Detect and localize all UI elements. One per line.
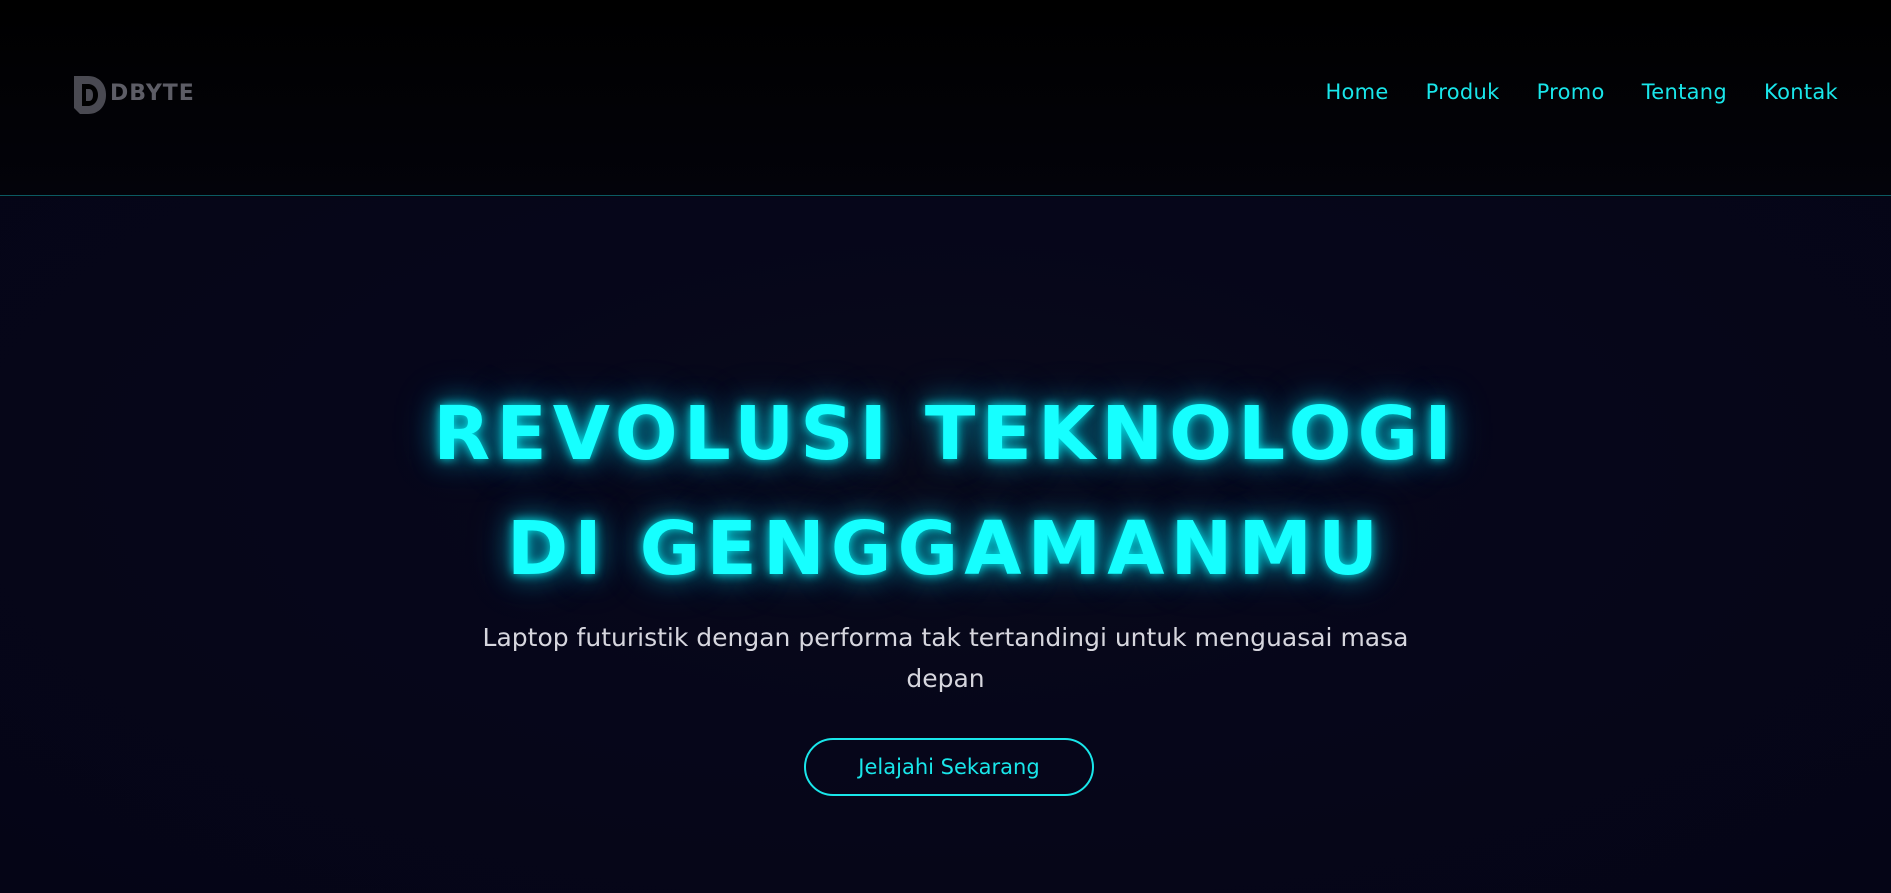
nav-produk[interactable]: Produk bbox=[1426, 80, 1500, 104]
hero-title-line-1: REVOLUSI TEKNOLOGI bbox=[433, 391, 1458, 477]
hero-title: REVOLUSI TEKNOLOGI DI GENGGAMANMU bbox=[0, 377, 1891, 607]
hero-subtitle-line-1: Laptop futuristik dengan performa tak te… bbox=[482, 623, 1409, 652]
site-header: DBYTE Home Produk Promo Tentang Kontak bbox=[0, 0, 1891, 196]
hero-title-line-2: DI GENGGAMANMU bbox=[506, 506, 1385, 592]
nav-tentang[interactable]: Tentang bbox=[1642, 80, 1727, 104]
explore-now-button[interactable]: Jelajahi Sekarang bbox=[804, 738, 1094, 796]
nav-kontak[interactable]: Kontak bbox=[1764, 80, 1838, 104]
hero-section: REVOLUSI TEKNOLOGI DI GENGGAMANMU Laptop… bbox=[0, 197, 1891, 893]
brand-logo[interactable]: DBYTE bbox=[72, 74, 195, 116]
hero-subtitle-line-2: depan bbox=[906, 664, 985, 693]
brand-name: DBYTE bbox=[110, 80, 195, 106]
dbyte-d-logo-icon bbox=[74, 76, 106, 114]
hero-subtitle: Laptop futuristik dengan performa tak te… bbox=[0, 617, 1891, 699]
main-nav: Home Produk Promo Tentang Kontak bbox=[1325, 80, 1838, 104]
nav-home[interactable]: Home bbox=[1325, 80, 1388, 104]
nav-promo[interactable]: Promo bbox=[1537, 80, 1605, 104]
